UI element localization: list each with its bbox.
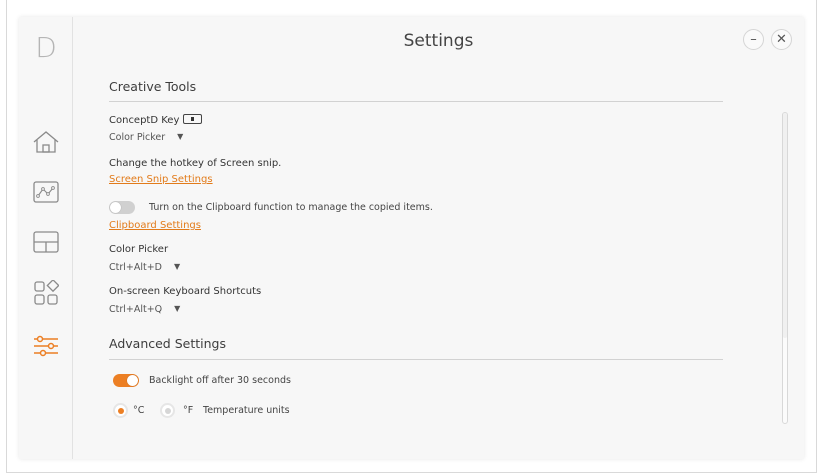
- minimize-icon: –: [750, 32, 757, 47]
- toggle-knob: [110, 202, 121, 213]
- temperature-units-label: Temperature units: [203, 405, 290, 416]
- color-picker-label: Color Picker: [109, 244, 169, 255]
- app-logo: D: [35, 31, 57, 64]
- minimize-button[interactable]: –: [743, 29, 764, 50]
- section-title-creative-tools: Creative Tools: [109, 79, 197, 94]
- window-title: Settings: [403, 31, 474, 51]
- sidebar: D: [19, 17, 73, 459]
- backlight-toggle-label: Backlight off after 30 seconds: [149, 375, 291, 386]
- screen-snip-settings-link[interactable]: Screen Snip Settings: [109, 174, 213, 185]
- toggle-knob: [127, 375, 138, 386]
- close-icon: ✕: [776, 32, 787, 47]
- clipboard-toggle-label: Turn on the Clipboard function to manage…: [149, 202, 433, 213]
- close-button[interactable]: ✕: [771, 29, 792, 50]
- clipboard-settings-link[interactable]: Clipboard Settings: [109, 220, 201, 231]
- clipboard-toggle[interactable]: [109, 201, 135, 214]
- dropdown-arrow-icon: ▼: [174, 304, 181, 313]
- screen-snip-label: Change the hotkey of Screen snip.: [109, 158, 282, 169]
- sidebar-item-apps[interactable]: [32, 279, 60, 307]
- sidebar-item-creative[interactable]: [32, 178, 60, 206]
- section-divider: [109, 359, 723, 360]
- section-divider: [109, 101, 723, 102]
- sidebar-item-layout[interactable]: [32, 228, 60, 256]
- dropdown-arrow-icon: ▼: [174, 262, 181, 271]
- sliders-icon: [34, 335, 58, 357]
- graph-card-icon: [33, 181, 59, 203]
- fahrenheit-label: °F: [183, 405, 194, 416]
- fahrenheit-radio[interactable]: [160, 403, 175, 418]
- conceptd-key-label: ConceptD Key: [109, 114, 203, 126]
- conceptd-key-dropdown[interactable]: Color Picker ▼: [109, 132, 183, 143]
- sidebar-item-home[interactable]: [32, 128, 60, 156]
- dropdown-arrow-icon: ▼: [177, 132, 184, 141]
- backlight-toggle[interactable]: [113, 374, 139, 387]
- celsius-radio[interactable]: [113, 403, 128, 418]
- sidebar-item-settings[interactable]: [32, 332, 60, 360]
- scrollbar-thumb[interactable]: [783, 113, 787, 338]
- key-icon: [183, 114, 203, 124]
- onscreen-keyboard-label: On-screen Keyboard Shortcuts: [109, 286, 262, 297]
- home-icon: [33, 131, 59, 153]
- onscreen-keyboard-dropdown[interactable]: Ctrl+Alt+Q ▼: [109, 304, 180, 315]
- scrollbar[interactable]: [782, 112, 788, 424]
- layout-icon: [33, 231, 59, 253]
- color-picker-hotkey-dropdown[interactable]: Ctrl+Alt+D ▼: [109, 262, 180, 273]
- celsius-label: °C: [133, 405, 145, 416]
- section-title-advanced-settings: Advanced Settings: [109, 336, 226, 351]
- apps-icon: [34, 280, 59, 305]
- settings-window: D Settings – ✕ Creative Tools ConceptD K…: [19, 17, 804, 459]
